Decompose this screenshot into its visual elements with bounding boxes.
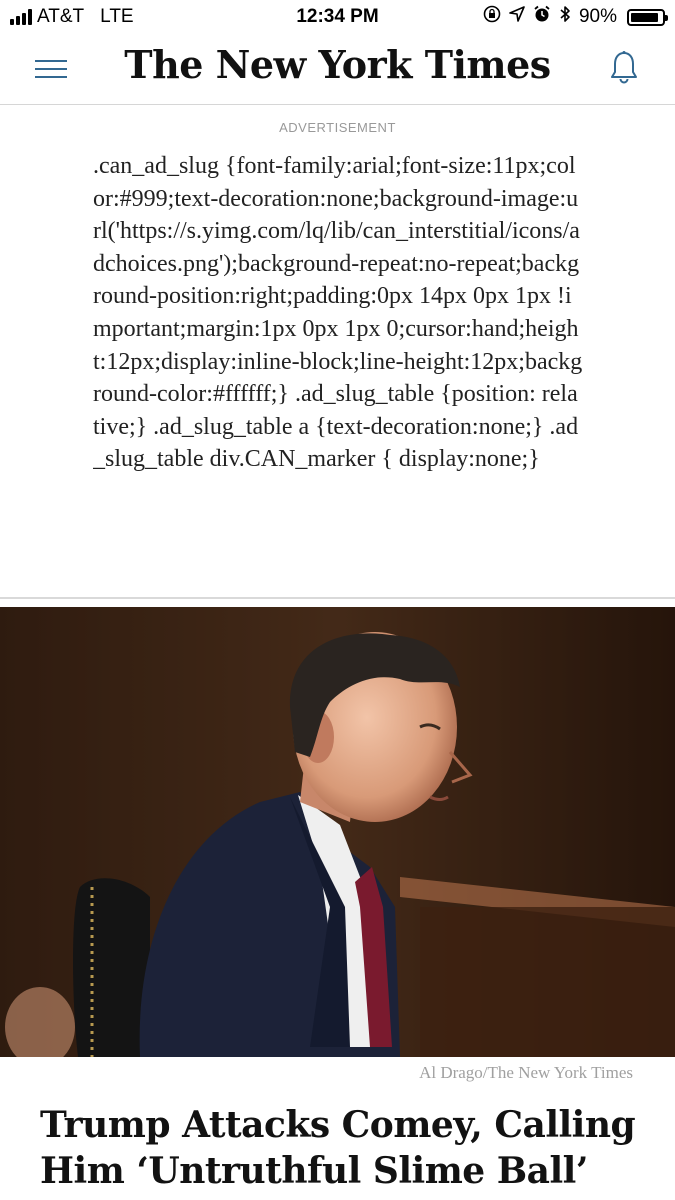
bell-icon[interactable] xyxy=(609,50,639,86)
ad-code-text[interactable]: .can_ad_slug {font-family:arial;font-siz… xyxy=(93,150,583,555)
photo-credit: Al Drago/The New York Times xyxy=(419,1063,633,1082)
ad-divider xyxy=(0,597,675,599)
article-headline[interactable]: Trump Attacks Comey, Calling Him ‘Untrut… xyxy=(40,1102,660,1194)
location-icon xyxy=(509,6,525,28)
photo-illustration xyxy=(0,607,675,1057)
app-header: The New York Times xyxy=(0,36,675,105)
nyt-logo[interactable]: The New York Times xyxy=(0,42,675,87)
bluetooth-icon xyxy=(559,5,571,29)
battery-percent: 90% xyxy=(578,6,617,27)
battery-fill xyxy=(631,12,658,22)
alarm-icon xyxy=(533,5,551,29)
battery-icon xyxy=(627,8,668,26)
nyt-app-screen: AT&T LTE 12:34 PM 90% The New York Times… xyxy=(0,0,675,1200)
status-bar: AT&T LTE 12:34 PM 90% xyxy=(0,0,675,36)
article-photo[interactable] xyxy=(0,607,675,1057)
advertisement-label: ADVERTISEMENT xyxy=(279,120,396,135)
orientation-lock-icon xyxy=(483,5,501,29)
status-right: 90% xyxy=(483,5,668,29)
battery-nub xyxy=(665,14,668,21)
